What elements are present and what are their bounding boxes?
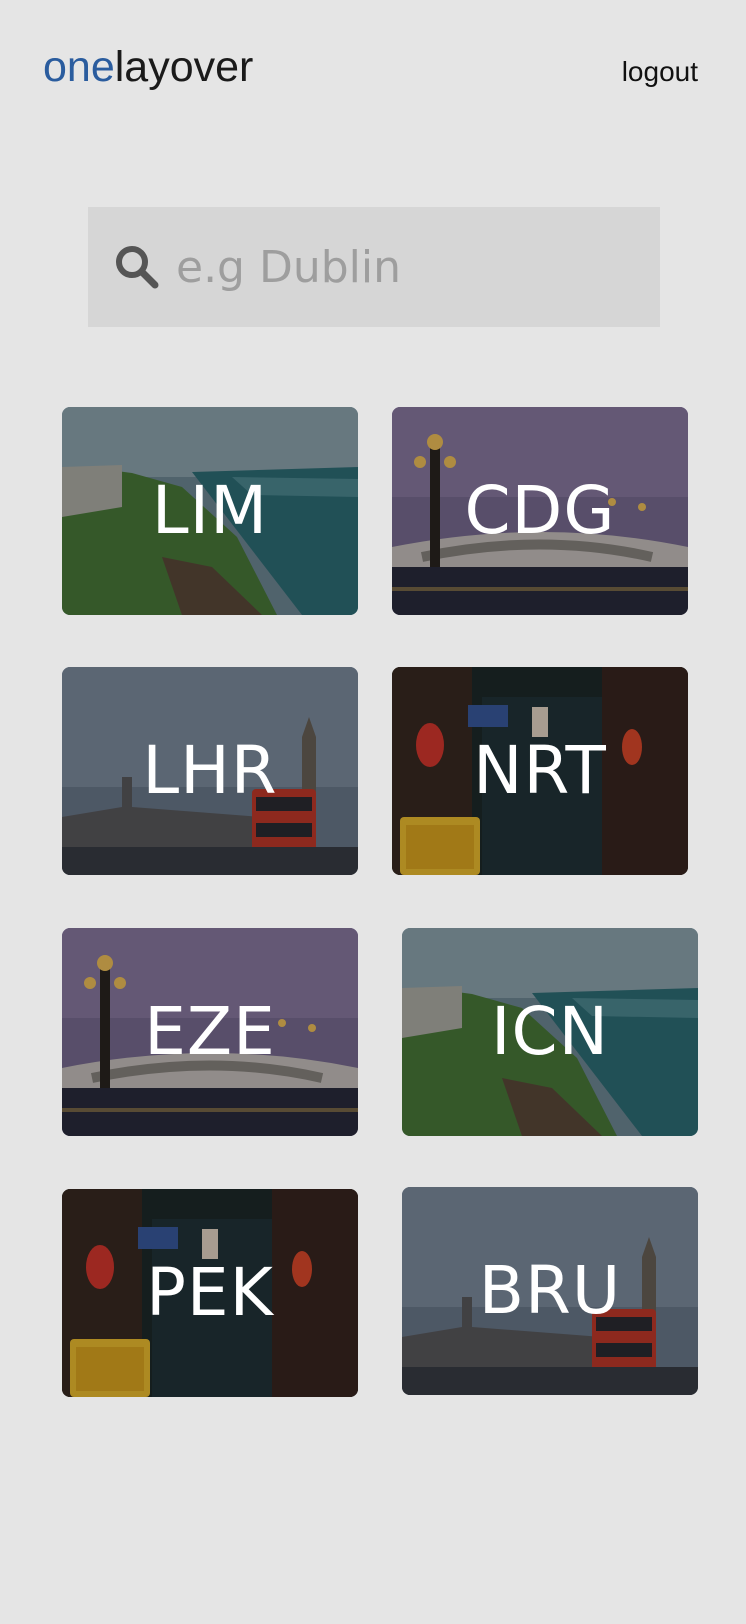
airport-code: EZE (144, 993, 276, 1070)
airport-card-lhr[interactable]: LHR (62, 667, 358, 875)
airport-code: PEK (146, 1254, 274, 1331)
airport-card-lim[interactable]: LIM (62, 407, 358, 615)
airport-card-nrt[interactable]: NRT (392, 667, 688, 875)
airport-code: ICN (491, 993, 609, 1070)
search-icon (116, 246, 159, 289)
airport-card-pek[interactable]: PEK (62, 1189, 358, 1397)
search-bar[interactable] (88, 207, 660, 327)
airport-code: CDG (464, 472, 616, 549)
logout-link[interactable]: logout (622, 54, 698, 90)
airport-card-bru[interactable]: BRU (402, 1187, 698, 1395)
airport-code: BRU (478, 1252, 622, 1329)
logo-part-layover: layover (114, 43, 254, 91)
search-input[interactable] (176, 232, 636, 302)
logo-part-one: one (43, 43, 115, 91)
airport-card-cdg[interactable]: CDG (392, 407, 688, 615)
airport-code: LIM (151, 472, 269, 549)
airport-code: LHR (142, 732, 278, 809)
airport-code: NRT (473, 732, 607, 809)
page: onelayover logout LIM (0, 0, 746, 1624)
airport-card-eze[interactable]: EZE (62, 928, 358, 1136)
app-logo[interactable]: onelayover (43, 40, 253, 94)
airport-card-icn[interactable]: ICN (402, 928, 698, 1136)
